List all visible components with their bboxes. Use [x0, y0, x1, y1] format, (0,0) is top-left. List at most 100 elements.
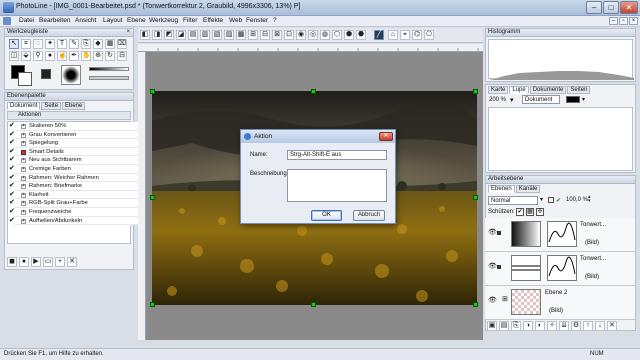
tab-lupe[interactable]: Lupe: [509, 86, 529, 94]
minimize-button[interactable]: –: [586, 1, 602, 14]
vertical-ruler[interactable]: [138, 52, 146, 340]
pen-tool-icon[interactable]: ✒: [69, 51, 79, 61]
eye-icon[interactable]: 👁: [488, 296, 497, 304]
tool-option-icon[interactable]: ▥: [200, 30, 210, 40]
play-icon[interactable]: ▶: [31, 257, 41, 267]
layer-mask-thumbnail[interactable]: [511, 255, 541, 281]
dialog-title-bar[interactable]: Aktion ✕: [241, 130, 395, 143]
tab-dokument[interactable]: Dokument: [7, 102, 41, 110]
fill-tool-icon[interactable]: ⬙: [21, 51, 31, 61]
layer-link-icon[interactable]: [497, 231, 501, 235]
action-row[interactable]: ✔ + Spiegelung: [9, 139, 138, 148]
menu-fenster[interactable]: Fenster: [246, 17, 268, 24]
tool-option-icon[interactable]: ◉: [296, 30, 306, 40]
folder-icon[interactable]: ▭: [43, 257, 53, 267]
action-row[interactable]: ✔ + Grau Konvertieren: [9, 130, 138, 140]
document-icon[interactable]: [3, 17, 11, 25]
hand-tool-icon[interactable]: ✋: [81, 51, 91, 61]
tool-option-icon[interactable]: ◎: [308, 30, 318, 40]
dialog-close-button[interactable]: ✕: [379, 132, 393, 141]
menu-help[interactable]: ?: [273, 17, 277, 24]
eraser-tool-icon[interactable]: ◫: [9, 51, 19, 61]
checkmark-icon[interactable]: ✔: [9, 131, 15, 138]
checkmark-icon[interactable]: ✔: [9, 182, 15, 189]
tool-option-icon[interactable]: ▤: [188, 30, 198, 40]
protect-transparency-icon[interactable]: ✔: [516, 208, 524, 216]
expand-icon[interactable]: +: [21, 132, 26, 138]
eyedropper-tool-icon[interactable]: ⚲: [33, 51, 43, 61]
crop-tool-icon[interactable]: ⌧: [117, 39, 127, 49]
clone-tool-icon[interactable]: ⎘: [81, 39, 91, 49]
tab-ebenen[interactable]: Ebenen: [488, 185, 515, 193]
zoom-value[interactable]: 200 %: [489, 97, 506, 103]
red-marker-icon[interactable]: [21, 149, 26, 155]
expand-icon[interactable]: +: [21, 201, 26, 207]
merge-icon[interactable]: ⇊: [559, 321, 569, 331]
action-row[interactable]: ✔ + Aufhellen/Abdunkeln: [9, 216, 138, 226]
layer-thumbnail[interactable]: [511, 289, 541, 315]
action-row[interactable]: ✔ + Neu aus Sichtbarem: [9, 156, 138, 165]
eye-icon[interactable]: 👁: [488, 262, 497, 270]
color-swatch[interactable]: [566, 96, 580, 103]
selection-handle[interactable]: [150, 302, 155, 307]
action-row[interactable]: ✔ + Klarheit: [9, 190, 138, 200]
rotate-tool-icon[interactable]: ↻: [105, 51, 115, 61]
tool-option-icon[interactable]: ⌂: [388, 30, 398, 40]
zoom-tool-icon[interactable]: ⊕: [93, 51, 103, 61]
new-group-icon[interactable]: ▤: [499, 321, 509, 331]
tool-option-icon[interactable]: ⊟: [260, 30, 270, 40]
move-up-icon[interactable]: ↑: [583, 321, 593, 331]
properties-icon[interactable]: ⚙: [571, 321, 581, 331]
checkmark-icon[interactable]: ✔: [9, 208, 15, 215]
expand-icon[interactable]: +: [21, 184, 26, 190]
wand-tool-icon[interactable]: ✦: [45, 39, 55, 49]
doc-close-button[interactable]: ×: [629, 17, 638, 25]
tool-option-icon[interactable]: ⌖: [400, 30, 410, 40]
opacity-spin-icon[interactable]: ▴ ▾: [588, 195, 591, 204]
checkmark-icon[interactable]: ✔: [9, 139, 15, 146]
move-down-icon[interactable]: ↓: [595, 321, 605, 331]
checkmark-icon[interactable]: ✔: [9, 122, 15, 129]
tool-option-icon[interactable]: ◩: [164, 30, 174, 40]
tool-option-icon[interactable]: ⌬: [412, 30, 422, 40]
effects-icon[interactable]: ✧: [547, 321, 557, 331]
maximize-button[interactable]: □: [603, 1, 619, 14]
menu-effekte[interactable]: Effekte: [203, 17, 223, 24]
mask-color-swatch[interactable]: [41, 69, 51, 79]
new-action-icon[interactable]: +: [55, 257, 65, 267]
menu-ebene[interactable]: Ebene: [127, 17, 146, 24]
tab-ebene[interactable]: Ebene: [62, 102, 86, 110]
brush-tool-icon[interactable]: ✎: [69, 39, 79, 49]
brush-preview[interactable]: [61, 65, 81, 85]
visibility-check-icon[interactable]: ✔: [556, 197, 561, 204]
selection-handle[interactable]: [150, 195, 155, 200]
menu-werkzeug[interactable]: Werkzeug: [149, 17, 178, 24]
doc-minimize-button[interactable]: –: [609, 17, 618, 25]
protect-position-icon[interactable]: ✣: [536, 208, 544, 216]
selection-handle[interactable]: [473, 302, 478, 307]
mask-icon[interactable]: ◑: [523, 321, 533, 331]
selection-handle[interactable]: [150, 89, 155, 94]
menu-web[interactable]: Web: [229, 17, 242, 24]
menu-filter[interactable]: Filter: [183, 17, 197, 24]
expand-icon[interactable]: +: [21, 192, 26, 198]
tool-option-icon[interactable]: ▩: [236, 30, 246, 40]
line-tool-icon[interactable]: ╱: [374, 30, 384, 40]
layer-row[interactable]: 👁 ⊞ Ebene 2 (Bild): [485, 286, 635, 320]
tab-seite[interactable]: Seite: [41, 102, 62, 110]
blend-dropdown-icon[interactable]: ▾: [540, 196, 543, 203]
tool-option-icon[interactable]: ⊞: [248, 30, 258, 40]
trash-icon[interactable]: ✕: [607, 321, 617, 331]
checkmark-icon[interactable]: ✔: [9, 174, 15, 181]
layer-mask-thumbnail[interactable]: [511, 221, 541, 247]
delete-action-icon[interactable]: ✕: [67, 257, 77, 267]
name-input[interactable]: Strg-Alt-Shift-E aus: [287, 150, 387, 160]
tool-option-icon[interactable]: ◍: [320, 30, 330, 40]
checkmark-icon[interactable]: ✔: [9, 199, 15, 206]
expand-icon[interactable]: +: [21, 210, 26, 215]
checkmark-icon[interactable]: ✔: [9, 156, 15, 163]
expand-icon[interactable]: +: [21, 124, 26, 129]
smudge-tool-icon[interactable]: ☝: [57, 51, 67, 61]
menu-ansicht[interactable]: Ansicht: [75, 17, 96, 24]
lock-checkbox[interactable]: [548, 197, 554, 203]
